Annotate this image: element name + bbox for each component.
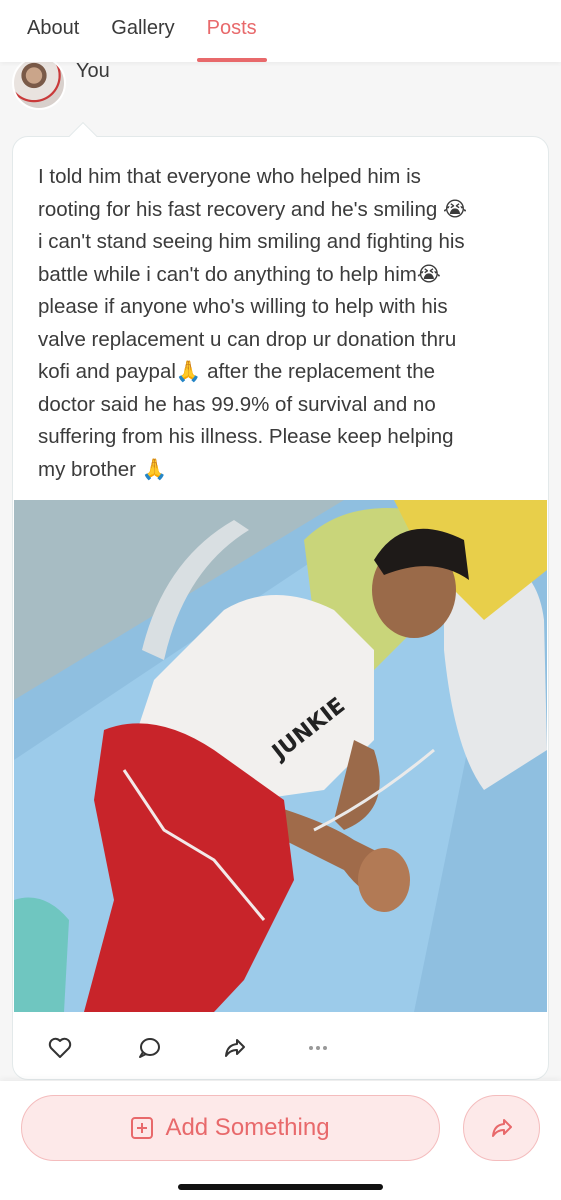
tab-gallery[interactable]: Gallery [111,0,174,62]
add-square-icon [131,1117,154,1139]
add-something-button[interactable]: Add Something [21,1095,440,1161]
post-actions [13,1033,548,1073]
post-photo[interactable]: JUNKIE [14,500,547,1012]
tab-posts[interactable]: Posts [196,0,267,62]
tab-about[interactable]: About [27,0,79,62]
post-text: I told him that everyone who helped him … [38,165,467,481]
share-button[interactable] [463,1095,540,1161]
share-icon [491,1119,512,1137]
bottom-action-bar: Add Something [0,1081,561,1200]
add-something-label: Add Something [165,1114,330,1141]
share-icon[interactable] [220,1033,250,1063]
speech-bubble-notch [68,121,98,151]
home-indicator [178,1184,383,1190]
author-name: You [76,60,110,82]
post-author: You [12,56,110,112]
comment-icon[interactable] [134,1033,164,1063]
avatar[interactable] [12,56,66,110]
post-card: I told him that everyone who helped him … [12,121,549,1080]
heart-icon[interactable] [45,1033,75,1063]
more-icon[interactable] [303,1033,333,1063]
profile-tab-bar: About Gallery Posts [0,0,561,62]
